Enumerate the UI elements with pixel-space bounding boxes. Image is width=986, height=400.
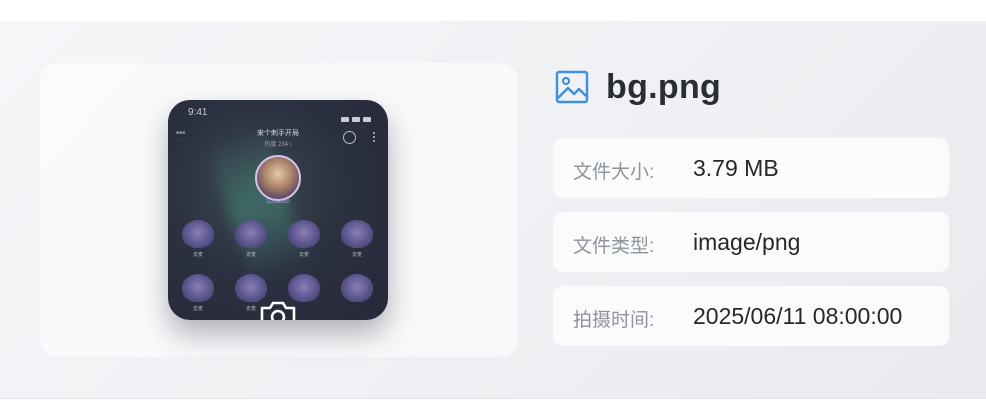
more-icon bbox=[373, 132, 376, 142]
seat-label: 去麦 bbox=[245, 252, 256, 258]
file-type-row: 文件类型: image/png bbox=[553, 212, 949, 272]
capture-time-value: 2025/06/11 08:00:00 bbox=[693, 303, 903, 329]
seat-label: 去麦 bbox=[298, 252, 309, 258]
image-icon bbox=[555, 70, 589, 104]
file-size-value: 3.79 MB bbox=[693, 155, 779, 181]
camera-icon[interactable] bbox=[258, 298, 298, 320]
seat-heart-icon bbox=[341, 274, 373, 302]
seat-heart-icon bbox=[182, 274, 214, 302]
seat-heart-icon bbox=[288, 220, 320, 248]
file-name: bg.png bbox=[606, 68, 722, 106]
status-time: 9:41 bbox=[188, 107, 208, 118]
status-bar-icons bbox=[338, 109, 374, 122]
capture-time-row: 拍摄时间: 2025/06/11 08:00:00 bbox=[553, 286, 949, 346]
image-thumbnail[interactable]: 9:41 ■■■ · · · 来个刺手开局 热度 234 › DJJason 去麦… bbox=[168, 100, 388, 320]
ring-icon bbox=[343, 131, 356, 144]
file-info-panel: 9:41 ■■■ · · · 来个刺手开局 热度 234 › DJJason 去麦… bbox=[0, 21, 986, 399]
seat-heart-icon bbox=[235, 220, 267, 248]
file-type-value: image/png bbox=[693, 229, 801, 255]
capture-time-label: 拍摄时间: bbox=[573, 310, 655, 331]
seat-label: 去麦 bbox=[192, 306, 203, 312]
seat-label: 去麦 bbox=[351, 252, 362, 258]
host-name: DJJason bbox=[266, 199, 290, 205]
seat-label: 去麦 bbox=[192, 252, 203, 258]
seat-heart-icon bbox=[182, 220, 214, 248]
file-size-row: 文件大小: 3.79 MB bbox=[553, 138, 949, 198]
host-avatar bbox=[255, 155, 301, 201]
file-size-label: 文件大小: bbox=[573, 162, 655, 183]
background-aurora bbox=[206, 124, 310, 286]
seat-heart-icon bbox=[341, 220, 373, 248]
image-preview-card: 9:41 ■■■ · · · 来个刺手开局 热度 234 › DJJason 去麦… bbox=[40, 63, 518, 357]
file-type-label: 文件类型: bbox=[573, 236, 655, 257]
